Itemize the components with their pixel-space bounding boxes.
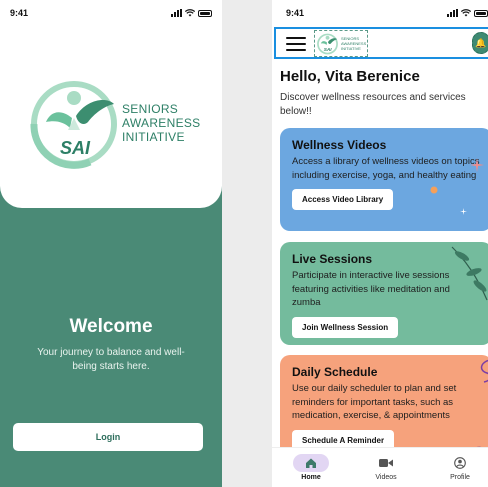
- tab-label: Home: [301, 474, 321, 481]
- greeting-subtitle: Discover wellness resources and services…: [280, 92, 466, 117]
- sai-logo: SAI: [30, 78, 122, 175]
- bottom-tab-bar: Home Videos Profile: [272, 447, 488, 487]
- login-button[interactable]: Login: [13, 423, 203, 451]
- wifi-icon: [461, 9, 471, 17]
- notification-bell-icon[interactable]: 🔔: [472, 32, 488, 54]
- sai-logo-emblem-icon: SAI: [30, 81, 117, 169]
- tab-profile[interactable]: Profile: [435, 454, 485, 481]
- logo-wordmark: SENIORS AWARENESS INITIATIVE: [122, 102, 201, 144]
- greeting: Hello, Vita Berenice: [280, 68, 420, 85]
- logo-line-3: INITIATIVE: [122, 130, 185, 144]
- access-video-library-button[interactable]: Access Video Library: [292, 189, 394, 210]
- login-screen: 9:41 SAI SENIORS AWARENESS INITIATIVE We…: [0, 0, 222, 487]
- swirl-icon: [480, 359, 488, 383]
- home-icon: [306, 458, 316, 468]
- video-icon: [379, 459, 393, 467]
- live-sessions-card: Live Sessions Participate in interactive…: [280, 242, 488, 345]
- header-logo-wordmark: SENIORS AWARENESS INITIATIVE: [341, 36, 367, 51]
- card-title: Wellness Videos: [292, 138, 387, 152]
- status-time: 9:41: [286, 8, 305, 18]
- status-bar: 9:41: [272, 8, 488, 20]
- card-description: Use our daily scheduler to plan and set …: [292, 383, 457, 421]
- signal-icon: [171, 9, 182, 17]
- welcome-title: Welcome: [69, 316, 153, 337]
- tab-label: Profile: [450, 474, 470, 481]
- profile-icon: [454, 457, 466, 469]
- wellness-videos-card: Wellness Videos Access a library of well…: [280, 128, 488, 231]
- sai-logo-emblem-icon: SAI: [317, 33, 338, 54]
- canvas: 9:41 SAI SENIORS AWARENESS INITIATIVE We…: [0, 0, 488, 487]
- logo-line-1: SENIORS: [122, 102, 179, 116]
- signal-icon: [447, 9, 458, 17]
- leaf-branch-icon: [451, 246, 488, 301]
- battery-icon: [474, 9, 488, 17]
- dot-icon: [430, 186, 438, 194]
- logo-line-2: AWARENESS: [122, 116, 201, 130]
- status-icons: [447, 9, 488, 17]
- tab-label: Videos: [375, 474, 397, 481]
- header-logo: SAI SENIORS AWARENESS INITIATIVE: [314, 30, 368, 57]
- login-header-panel: 9:41 SAI SENIORS AWARENESS INITIATIVE: [0, 0, 222, 208]
- menu-icon[interactable]: [286, 37, 306, 51]
- app-header: SAI SENIORS AWARENESS INITIATIVE 🔔: [274, 27, 488, 59]
- svg-text:SAI: SAI: [60, 138, 91, 158]
- card-title: Daily Schedule: [292, 365, 378, 379]
- status-bar: 9:41: [0, 8, 222, 20]
- battery-icon: [198, 9, 212, 17]
- wifi-icon: [185, 9, 195, 17]
- welcome-subtitle: Your journey to balance and well-being s…: [37, 347, 185, 372]
- sparkle-icon: [470, 158, 484, 172]
- svg-text:SAI: SAI: [324, 47, 333, 53]
- tab-videos[interactable]: Videos: [361, 454, 411, 481]
- tab-home[interactable]: Home: [286, 454, 336, 481]
- card-description: Access a library of wellness videos on t…: [292, 156, 480, 181]
- status-time: 9:41: [10, 8, 29, 18]
- status-icons: [171, 9, 212, 17]
- sparkle-icon: [460, 208, 467, 215]
- home-screen: 9:41 SAI SENIORS AWARENESS INITIATIVE 🔔 …: [272, 0, 488, 487]
- join-wellness-session-button[interactable]: Join Wellness Session: [292, 316, 399, 338]
